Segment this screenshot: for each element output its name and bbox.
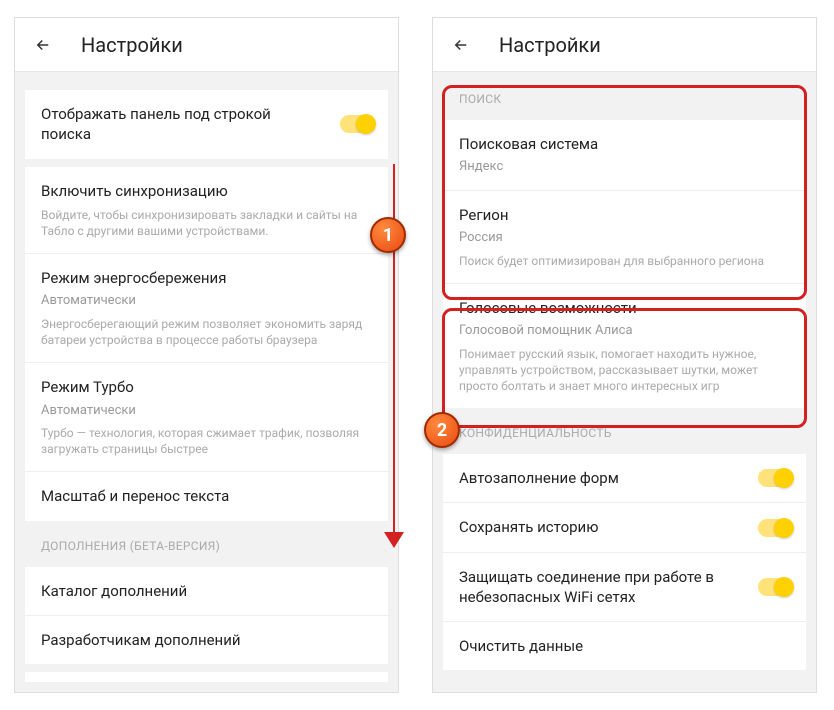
- row-title: Сохранять историю: [459, 517, 790, 537]
- row-title: Очистить данные: [459, 636, 790, 656]
- header: Настройки: [433, 18, 816, 72]
- content-right: ПОИСК Поисковая система Яндекс Регион Ро…: [433, 72, 816, 688]
- header: Настройки: [15, 18, 398, 72]
- row-protect-wifi[interactable]: Защищать соединение при работе в небезоп…: [443, 552, 806, 622]
- screen-left: Настройки Отображать панель под строкой …: [14, 17, 399, 693]
- card-display-panel: Отображать панель под строкой поиска: [25, 90, 388, 159]
- row-catalog[interactable]: Каталог дополнений: [25, 567, 388, 615]
- row-sub: Россия: [459, 229, 790, 247]
- row-title: Масштаб и перенос текста: [41, 486, 372, 506]
- row-title: Голосовые возможности: [459, 298, 790, 318]
- screen-right: Настройки ПОИСК Поисковая система Яндекс…: [432, 17, 817, 693]
- row-sub: Яндекс: [459, 158, 790, 176]
- row-title: Регион: [459, 205, 790, 225]
- card-extensions: Каталог дополнений Разработчикам дополне…: [25, 567, 388, 665]
- toggle-autofill[interactable]: [758, 469, 792, 487]
- row-title: Режим энергосбережения: [41, 268, 372, 288]
- row-turbo[interactable]: Режим Турбо Автоматически Турбо — технол…: [25, 362, 388, 471]
- row-title: Автозаполнение форм: [459, 468, 790, 488]
- row-sub: Автоматически: [41, 292, 372, 310]
- row-history[interactable]: Сохранять историю: [443, 502, 806, 551]
- section-privacy: КОНФИДЕНЦИАЛЬНОСТЬ: [433, 416, 816, 446]
- row-clear-data[interactable]: Очистить данные: [443, 621, 806, 670]
- row-voice[interactable]: Голосовые возможности Голосовой помощник…: [443, 283, 806, 408]
- header-title: Настройки: [499, 33, 601, 57]
- card-search: Поисковая система Яндекс Регион Россия П…: [443, 120, 806, 408]
- row-display-panel[interactable]: Отображать панель под строкой поиска: [25, 90, 388, 159]
- row-region[interactable]: Регион Россия Поиск будет оптимизирован …: [443, 190, 806, 283]
- header-title: Настройки: [81, 33, 183, 57]
- row-desc: Понимает русский язык, помогает находить…: [459, 346, 790, 395]
- row-title: Защищать соединение при работе в небезоп…: [459, 567, 790, 608]
- row-title: Включить синхронизацию: [41, 181, 372, 201]
- row-desc: Поиск будет оптимизирован для выбранного…: [459, 253, 790, 269]
- toggle-protect-wifi[interactable]: [758, 578, 792, 596]
- row-autofill[interactable]: Автозаполнение форм: [443, 454, 806, 502]
- row-title: Отображать панель под строкой поиска: [41, 104, 372, 145]
- row-scale[interactable]: Масштаб и перенос текста: [25, 471, 388, 520]
- row-desc: Турбо — технология, которая сжимает траф…: [41, 425, 372, 457]
- row-developers[interactable]: Разработчикам дополнений: [25, 615, 388, 664]
- row-title: Режим Турбо: [41, 377, 372, 397]
- back-arrow-icon[interactable]: [451, 35, 471, 55]
- row-desc: Войдите, чтобы синхронизировать закладки…: [41, 207, 372, 239]
- row-sync[interactable]: Включить синхронизацию Войдите, чтобы си…: [25, 167, 388, 254]
- row-search-engine[interactable]: Поисковая система Яндекс: [443, 120, 806, 190]
- section-extensions: ДОПОЛНЕНИЯ (БЕТА-ВЕРСИЯ): [15, 529, 398, 559]
- row-title: Каталог дополнений: [41, 581, 372, 601]
- row-sub: Голосовой помощник Алиса: [459, 322, 790, 340]
- row-desc: Энергосберегающий режим позволяет эконом…: [41, 316, 372, 348]
- section-search: ПОИСК: [433, 82, 816, 112]
- back-arrow-icon[interactable]: [33, 35, 53, 55]
- card-stub: [25, 672, 388, 682]
- row-sub: Автоматически: [41, 402, 372, 420]
- row-title: Разработчикам дополнений: [41, 630, 372, 650]
- content-left: Отображать панель под строкой поиска Вкл…: [15, 72, 398, 693]
- card-privacy: Автозаполнение форм Сохранять историю За…: [443, 454, 806, 670]
- toggle-history[interactable]: [758, 519, 792, 537]
- toggle-display-panel[interactable]: [340, 115, 374, 133]
- card-main-settings: Включить синхронизацию Войдите, чтобы си…: [25, 167, 388, 521]
- row-title: Поисковая система: [459, 134, 790, 154]
- row-power-saving[interactable]: Режим энергосбережения Автоматически Эне…: [25, 253, 388, 362]
